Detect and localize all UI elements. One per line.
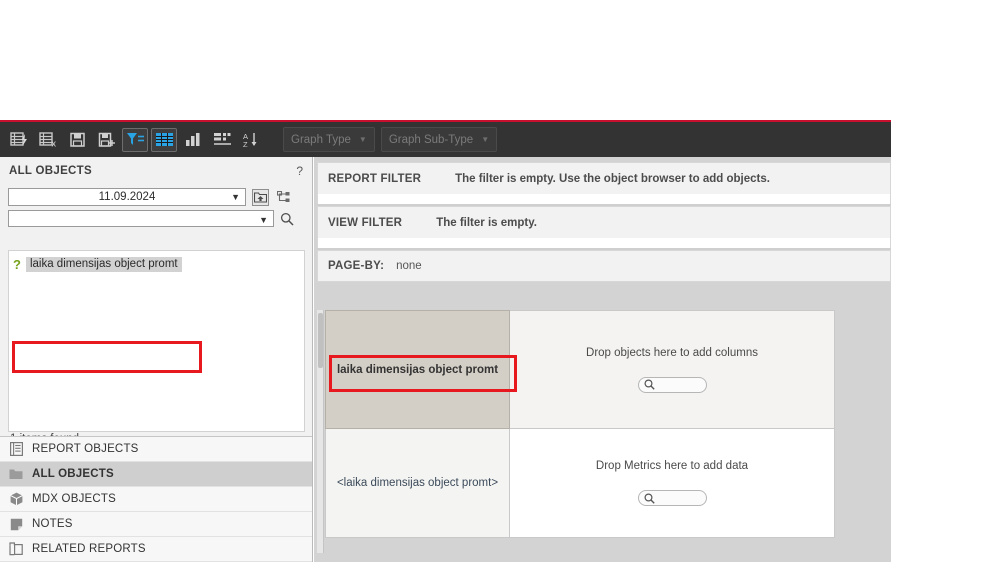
highlight-object-browser-result (12, 341, 202, 373)
sidebar-item-label: ALL OBJECTS (32, 468, 114, 480)
chevron-down-icon: ▼ (231, 192, 240, 202)
svg-text:x: x (51, 139, 56, 149)
object-browser-header: ALL OBJECTS ? (0, 157, 312, 185)
search-input[interactable]: ▼ (8, 210, 274, 227)
view-filter-text: The filter is empty. (436, 216, 537, 229)
svg-text:Z: Z (243, 140, 248, 148)
scrollbar-thumb[interactable] (318, 313, 323, 368)
metrics-drop-text: Drop Metrics here to add data (595, 460, 749, 472)
prompt-question-icon: ? (13, 257, 21, 272)
object-browser-title: ALL OBJECTS (9, 165, 92, 177)
report-filter-strip: REPORT FILTER The filter is empty. Use t… (317, 162, 891, 297)
show-hierarchy-icon[interactable] (275, 189, 292, 206)
report-filter-text: The filter is empty. Use the object brow… (455, 172, 770, 185)
report-editor-panel: REPORT FILTER The filter is empty. Use t… (314, 157, 891, 562)
report-filter-label: REPORT FILTER (328, 172, 422, 185)
report-filter-section[interactable]: REPORT FILTER The filter is empty. Use t… (317, 162, 891, 194)
result-item-label: laika dimensijas object promt (25, 257, 182, 272)
search-icon[interactable] (280, 212, 294, 226)
sidebar-item-notes[interactable]: NOTES (0, 512, 312, 537)
related-reports-icon (8, 542, 24, 556)
sidebar-item-label: REPORT OBJECTS (32, 443, 139, 455)
view-filter-dropzone[interactable] (317, 238, 891, 248)
graph-type-dropdown[interactable]: Graph Type ▼ (283, 127, 375, 152)
all-objects-folder-icon (8, 467, 24, 481)
grid-row-body-cell[interactable]: <laika dimensijas object promt> (325, 429, 510, 538)
project-selector-row: 11.09.2024 ▼ (0, 188, 312, 206)
mdx-objects-cube-icon (8, 492, 24, 506)
grid-row-body-label: <laika dimensijas object promt> (336, 477, 499, 489)
report-filter-dropzone[interactable] (317, 194, 891, 204)
view-filter-section[interactable]: VIEW FILTER The filter is empty. (317, 206, 891, 238)
graph-sub-type-label: Graph Sub-Type (388, 133, 474, 146)
sort-icon[interactable]: A Z (238, 128, 264, 152)
list-item[interactable]: ? laika dimensijas object promt (9, 255, 304, 274)
chevron-down-icon: ▼ (358, 135, 367, 144)
page-by-section[interactable]: PAGE-BY: none (317, 250, 891, 282)
grid-data-row: <laika dimensijas object promt> Drop Met… (325, 429, 835, 538)
metrics-dropzone[interactable]: Drop Metrics here to add data (510, 429, 835, 538)
sidebar-item-label: MDX OBJECTS (32, 493, 116, 505)
report-editor-window: x A Z Graph Type ▼ Graph Sub-Type ▼ ALL … (0, 0, 999, 562)
grid-view-icon[interactable] (151, 127, 177, 152)
view-filter-label: VIEW FILTER (328, 216, 403, 229)
graph-sub-type-dropdown[interactable]: Graph Sub-Type ▼ (380, 127, 498, 152)
columns-search-input[interactable] (637, 376, 707, 393)
graph-view-icon[interactable] (180, 128, 206, 152)
grid-header-row: laika dimensijas object promt Drop objec… (325, 310, 835, 429)
page-by-text: none (396, 260, 422, 272)
chevron-down-icon: ▼ (481, 135, 490, 144)
metrics-search-input[interactable] (637, 490, 707, 506)
up-one-level-icon[interactable] (252, 188, 269, 206)
delete-report-icon[interactable]: x (35, 128, 61, 152)
object-search-row: ▼ (0, 210, 312, 227)
sidebar-item-label: RELATED REPORTS (32, 543, 146, 555)
grid-row-header-label: laika dimensijas object promt (336, 363, 499, 376)
save-as-icon[interactable] (93, 128, 119, 152)
save-report-and-run-icon[interactable] (6, 128, 32, 152)
project-select[interactable]: 11.09.2024 ▼ (8, 188, 246, 206)
grid-row-header-cell[interactable]: laika dimensijas object promt (325, 310, 517, 429)
columns-dropzone[interactable]: Drop objects here to add columns (510, 310, 835, 429)
search-icon (643, 379, 655, 390)
report-grid: laika dimensijas object promt Drop objec… (325, 310, 835, 553)
object-browser-panel: ALL OBJECTS ? 11.09.2024 ▼ ▼ ? laika dim… (0, 157, 313, 562)
page-by-label: PAGE-BY: (328, 260, 385, 272)
object-browser-shortcuts: REPORT OBJECTS ALL OBJECTS MDX OBJECTS N… (0, 436, 312, 562)
project-select-value: 11.09.2024 (98, 191, 156, 203)
main-toolbar: x A Z Graph Type ▼ Graph Sub-Type ▼ (0, 120, 891, 157)
filter-view-icon[interactable] (122, 127, 148, 152)
search-icon (643, 492, 655, 504)
sidebar-item-mdx-objects[interactable]: MDX OBJECTS (0, 487, 312, 512)
save-icon[interactable] (64, 128, 90, 152)
sidebar-item-all-objects[interactable]: ALL OBJECTS (0, 462, 312, 487)
sidebar-item-related-reports[interactable]: RELATED REPORTS (0, 537, 312, 562)
sidebar-item-label: NOTES (32, 518, 73, 530)
help-icon[interactable]: ? (296, 164, 303, 178)
sidebar-item-report-objects[interactable]: REPORT OBJECTS (0, 437, 312, 462)
graph-type-label: Graph Type (291, 133, 351, 146)
report-objects-icon (8, 442, 24, 456)
columns-drop-text: Drop objects here to add columns (586, 346, 758, 359)
chevron-down-icon[interactable]: ▼ (259, 215, 268, 225)
grid-graph-view-icon[interactable] (209, 128, 235, 152)
report-grid-area: laika dimensijas object promt Drop objec… (317, 310, 889, 553)
notes-icon (8, 517, 24, 531)
object-results-list[interactable]: ? laika dimensijas object promt (8, 250, 305, 432)
grid-vertical-scrollbar[interactable] (317, 310, 324, 553)
